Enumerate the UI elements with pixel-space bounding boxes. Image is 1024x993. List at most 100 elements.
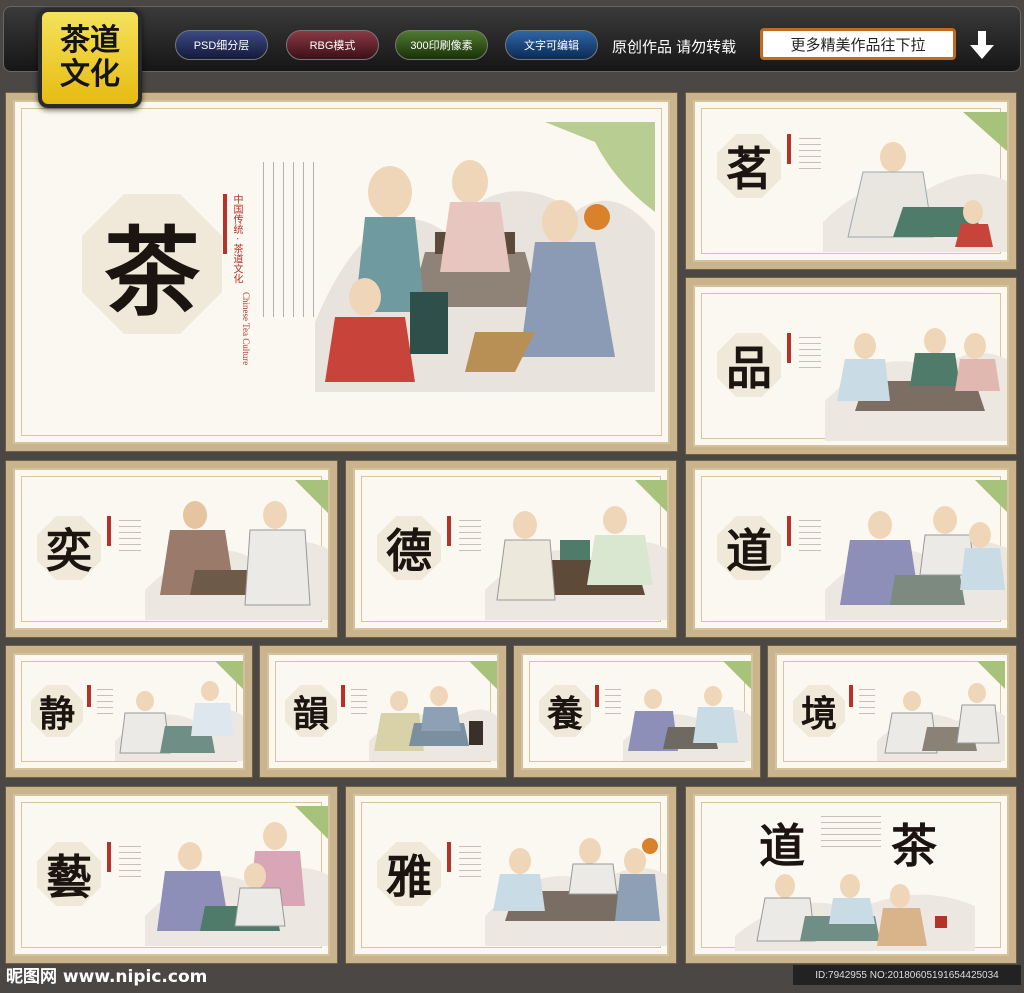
- poster-jing-illustration: [115, 661, 243, 761]
- poster-yang-text: [605, 689, 621, 719]
- poster-de-octagon: 德: [377, 516, 441, 580]
- poster-de-text: [459, 520, 481, 556]
- poster-jing2-text: [859, 689, 875, 719]
- poster-de-char: 德: [386, 524, 432, 578]
- editable-text-label: 文字可编辑: [524, 40, 579, 52]
- poster-yun-char: 韻: [292, 693, 329, 735]
- poster-yi-art-canvas: 藝: [13, 794, 330, 956]
- poster-jing2-illustration: [877, 661, 1005, 761]
- main-vertical-cn: 中国传统 · 茶道文化: [231, 194, 242, 284]
- rgb-mode-badge: RBG模式: [286, 30, 379, 60]
- poster-ming-red-band: [787, 134, 791, 164]
- poster-yun[interactable]: 韻: [260, 646, 506, 777]
- poster-dao-cha-illustration: [735, 874, 975, 951]
- main-char-octagon: 茶: [82, 194, 222, 334]
- psd-layers-badge: PSD细分层: [175, 30, 268, 60]
- poster-ming-text: [799, 138, 821, 174]
- poster-de[interactable]: 德: [346, 461, 676, 637]
- poster-dao-cha-text: [821, 816, 881, 852]
- poster-yang-canvas: 養: [521, 653, 753, 770]
- poster-ya-illustration: [485, 838, 667, 946]
- poster-de-illustration: [485, 480, 667, 620]
- main-tea-poster[interactable]: 茶 中国传统 · 茶道文化 Chinese Tea Culture: [6, 93, 677, 451]
- poster-jing2[interactable]: 境: [768, 646, 1016, 777]
- more-works-button[interactable]: 更多精美作品往下拉: [760, 28, 956, 60]
- poster-pin-char: 品: [726, 341, 772, 395]
- poster-jing2-octagon: 境: [793, 685, 845, 737]
- poster-yun-octagon: 韻: [285, 685, 337, 737]
- poster-yi-canvas: 奕: [13, 468, 330, 630]
- poster-pin-text: [799, 337, 821, 373]
- poster-yi-art-char: 藝: [46, 850, 92, 904]
- tea-ceremony-illustration: [315, 122, 655, 392]
- poster-yi-art[interactable]: 藝: [6, 787, 337, 963]
- poster-dao-text: [799, 520, 821, 556]
- poster-jing2-red-band: [849, 685, 853, 707]
- poster-pin-octagon: 品: [717, 333, 781, 397]
- poster-dao-cha[interactable]: 道 茶: [686, 787, 1016, 963]
- poster-yun-illustration: [369, 661, 497, 761]
- poster-ya-text: [459, 846, 481, 882]
- more-works-label: 更多精美作品往下拉: [790, 36, 926, 54]
- copyright-notice: 原创作品 请勿转载: [612, 39, 737, 56]
- poster-yang-char: 養: [546, 693, 583, 735]
- poster-ming-canvas: 茗: [693, 100, 1009, 262]
- poster-jing-octagon: 静: [31, 685, 83, 737]
- poster-ming[interactable]: 茗: [686, 93, 1016, 269]
- print-resolution-badge: 300印刷像素: [395, 30, 488, 60]
- poster-jing-char: 静: [38, 693, 75, 735]
- poster-ya-canvas: 雅: [353, 794, 669, 956]
- poster-ya-octagon: 雅: [377, 842, 441, 906]
- image-id-label: ID:7942955 NO:20180605191654425034: [793, 965, 1021, 985]
- main-red-band: [223, 194, 227, 254]
- poster-yun-canvas: 韻: [267, 653, 499, 770]
- poster-dao[interactable]: 道: [686, 461, 1016, 637]
- poster-yang[interactable]: 養: [514, 646, 760, 777]
- poster-yang-octagon: 養: [539, 685, 591, 737]
- poster-yi-art-octagon: 藝: [37, 842, 101, 906]
- poster-yi[interactable]: 奕: [6, 461, 337, 637]
- poster-ming-octagon: 茗: [717, 134, 781, 198]
- poster-yun-text: [351, 689, 367, 719]
- poster-jing-text: [97, 689, 113, 719]
- rgb-mode-label: RBG模式: [309, 40, 356, 52]
- poster-jing[interactable]: 静: [6, 646, 252, 777]
- poster-ya-red-band: [447, 842, 451, 872]
- poster-jing2-canvas: 境: [775, 653, 1009, 770]
- main-body-text-columns: [263, 162, 323, 317]
- poster-dao-red-band: [787, 516, 791, 546]
- site-watermark: 昵图网 www.nipic.com: [6, 967, 208, 987]
- psd-layers-label: PSD细分层: [193, 40, 250, 52]
- poster-dao-illustration: [825, 480, 1007, 620]
- poster-yi-red-band: [107, 516, 111, 546]
- poster-dao-canvas: 道: [693, 468, 1009, 630]
- logo: 茶道 文化: [38, 8, 142, 108]
- poster-yang-red-band: [595, 685, 599, 707]
- poster-de-canvas: 德: [353, 468, 669, 630]
- logo-line-1: 茶道: [60, 23, 120, 58]
- poster-pin-illustration: [825, 328, 1007, 441]
- poster-jing-canvas: 静: [13, 653, 245, 770]
- poster-dao-cha-canvas: 道 茶: [693, 794, 1009, 956]
- poster-de-red-band: [447, 516, 451, 546]
- down-arrow-icon[interactable]: [967, 29, 997, 61]
- main-vertical-en: Chinese Tea Culture: [241, 292, 251, 366]
- poster-ya-char: 雅: [386, 850, 432, 904]
- poster-pin[interactable]: 品: [686, 278, 1016, 454]
- main-poster-canvas: 茶 中国传统 · 茶道文化 Chinese Tea Culture: [13, 100, 670, 444]
- poster-ya[interactable]: 雅: [346, 787, 676, 963]
- poster-ming-char: 茗: [726, 142, 772, 196]
- poster-jing2-char: 境: [800, 693, 837, 735]
- poster-jing-red-band: [87, 685, 91, 707]
- poster-ming-illustration: [823, 112, 1007, 252]
- poster-dao-char: 道: [726, 524, 772, 578]
- print-resolution-label: 300印刷像素: [410, 40, 473, 52]
- poster-yi-art-text: [119, 846, 141, 882]
- poster-pin-canvas: 品: [693, 285, 1009, 447]
- main-char: 茶: [104, 215, 200, 329]
- top-toolbar: PSD细分层 RBG模式 300印刷像素 文字可编辑 原创作品 请勿转载 更多精…: [3, 6, 1021, 72]
- logo-line-2: 文化: [60, 57, 120, 92]
- poster-yi-illustration: [145, 480, 328, 620]
- poster-dao-octagon: 道: [717, 516, 781, 580]
- poster-pin-red-band: [787, 333, 791, 363]
